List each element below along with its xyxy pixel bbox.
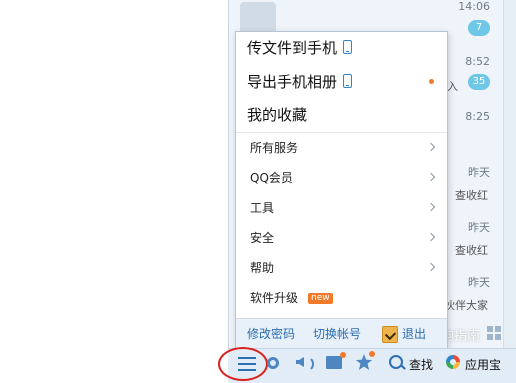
phone-icon [343,74,353,88]
chevron-right-icon [426,202,436,212]
chevron-right-icon [426,172,436,182]
chat-preview-fragment: 入 [447,80,458,93]
unread-badge: 35 [468,74,490,90]
menu-item-label: 安全 [250,231,275,245]
menu-item-send-to-phone[interactable]: 传文件到手机 [247,32,353,64]
chevron-right-icon [426,232,436,242]
chat-time: 昨天 [468,221,490,234]
menu-item-label: 所有服务 [250,141,299,155]
new-badge: new [308,293,333,304]
notification-dot [340,352,346,358]
chat-time: 14:06 [458,0,490,13]
app-store-label[interactable]: 应用宝 [465,356,501,373]
menu-item-label: QQ会员 [250,171,293,185]
search-button-label[interactable]: 查找 [409,356,433,373]
chat-time: 8:52 [465,55,490,68]
switch-account-link[interactable]: 切换帐号 [313,319,361,349]
chat-preview-fragment: 伙伴大家 [444,299,488,312]
menu-item-qq-vip[interactable]: QQ会员 [236,163,447,193]
change-password-link[interactable]: 修改密码 [247,319,295,349]
notification-dot [429,79,434,84]
gear-icon[interactable] [267,357,279,369]
chevron-right-icon [426,262,436,272]
menu-item-label: 软件升级 [250,291,299,305]
chat-preview-fragment: 查收红 [455,244,488,257]
menu-footer: 修改密码 切换帐号 退出 [236,318,447,349]
app-store-icon[interactable] [446,355,460,369]
folder-icon[interactable] [326,356,342,369]
menu-icon[interactable] [238,356,256,372]
grid-icon[interactable] [487,326,501,340]
menu-item-security[interactable]: 安全 [236,223,447,253]
phone-icon [343,40,353,54]
notification-dot [369,351,375,357]
exit-link[interactable]: 退出 [402,319,426,349]
chat-time: 昨天 [468,166,490,179]
chevron-right-icon [426,142,436,152]
menu-item-tools[interactable]: 工具 [236,193,447,223]
menu-item-label: 导出手机相册 [247,73,338,91]
unread-badge: 7 [468,20,490,36]
menu-item-label: 工具 [250,201,275,215]
menu-item-label: 我的收藏 [247,106,308,124]
chat-time: 昨天 [468,276,490,289]
menu-item-export-album[interactable]: 导出手机相册 [247,66,353,98]
menu-item-label: 帮助 [250,261,275,275]
main-menu-popup: 传文件到手机 导出手机相册 我的收藏 所有服务 QQ会员 工具 安全 帮助 软件… [235,31,448,350]
menu-item-software-upgrade[interactable]: 软件升级 new [236,283,447,313]
menu-item-label: 传文件到手机 [247,39,338,57]
exit-icon[interactable] [382,326,398,343]
chat-preview-fragment: 查收红 [455,189,488,202]
menu-item-help[interactable]: 帮助 [236,253,447,283]
menu-item-favorites[interactable]: 我的收藏 [247,99,307,131]
search-icon[interactable] [389,355,403,369]
menu-item-all-services[interactable]: 所有服务 [236,133,447,163]
chat-time: 8:25 [465,110,490,123]
